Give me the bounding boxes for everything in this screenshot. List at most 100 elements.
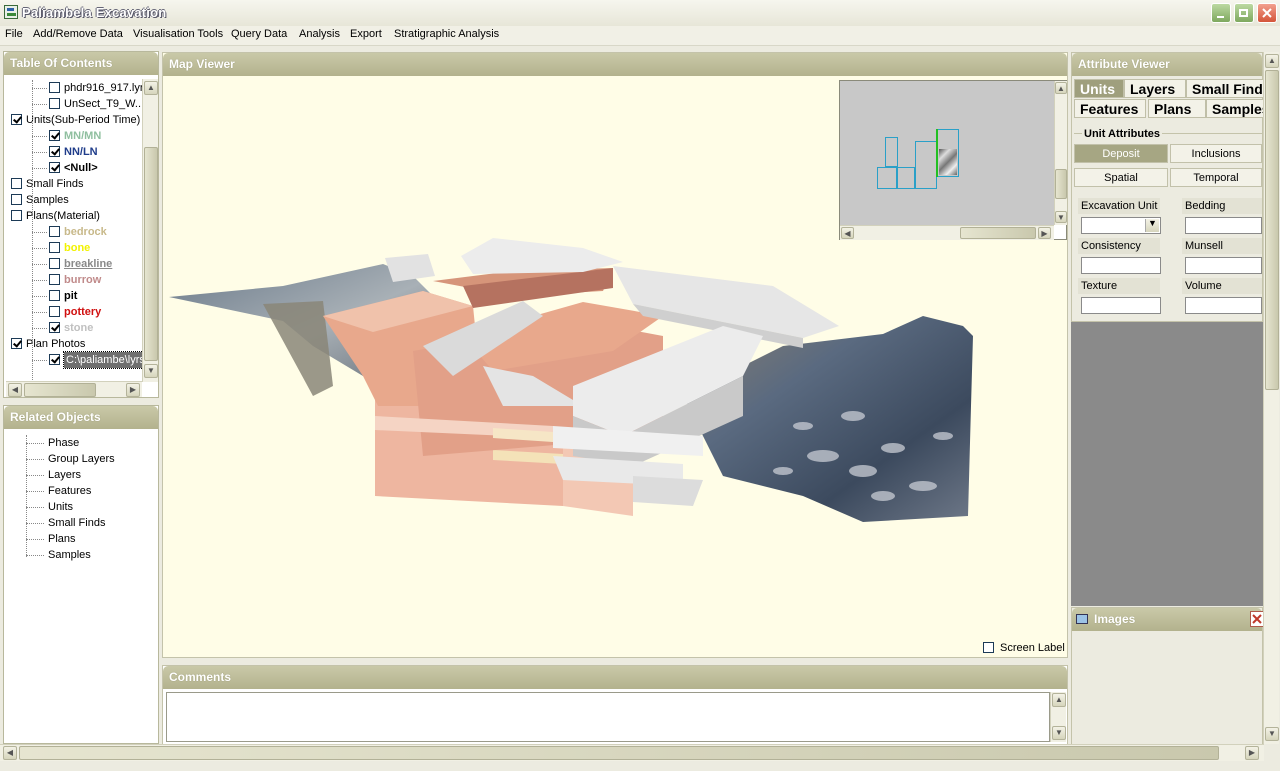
- maximize-button[interactable]: [1234, 3, 1254, 23]
- toc-item-checkbox[interactable]: [49, 322, 60, 333]
- related-object-item[interactable]: Features: [48, 483, 91, 499]
- bedding-field[interactable]: [1185, 217, 1262, 234]
- images-close-button[interactable]: [1250, 611, 1264, 627]
- overview-hscroll-thumb[interactable]: [960, 227, 1036, 239]
- related-object-item[interactable]: Phase: [48, 435, 79, 451]
- scroll-down-icon[interactable]: ▼: [1265, 727, 1279, 741]
- toc-item-checkbox[interactable]: [11, 194, 22, 205]
- related-object-item[interactable]: Samples: [48, 547, 91, 563]
- toc-vscroll-thumb[interactable]: [144, 147, 158, 361]
- tab-small-finds[interactable]: Small Finds: [1186, 79, 1264, 98]
- related-object-item[interactable]: Plans: [48, 531, 76, 547]
- toc-item-label: C:\paliambe\lyrs: [63, 351, 143, 369]
- toc-item-checkbox[interactable]: [49, 258, 60, 269]
- munsell-field[interactable]: [1185, 257, 1262, 274]
- related-object-item[interactable]: Units: [48, 499, 73, 515]
- tree-connector: [26, 523, 44, 524]
- toc-hscrollbar[interactable]: ◀ ▶: [6, 381, 142, 397]
- excavation-unit-select[interactable]: ▼: [1081, 217, 1161, 234]
- toc-item-checkbox[interactable]: [49, 290, 60, 301]
- toc-item-checkbox[interactable]: [49, 354, 60, 365]
- tree-connector: [26, 539, 44, 540]
- overview-map-canvas[interactable]: [840, 81, 1054, 225]
- tab-samples[interactable]: Samples: [1206, 99, 1264, 118]
- volume-field[interactable]: [1185, 297, 1262, 314]
- menu-query-data[interactable]: Query Data: [231, 28, 287, 40]
- screen-label-checkbox[interactable]: [983, 642, 994, 653]
- scroll-up-icon[interactable]: ▲: [1052, 693, 1066, 707]
- tab-layers[interactable]: Layers: [1124, 79, 1186, 98]
- screen-label-toggle[interactable]: Screen Label: [983, 641, 1067, 657]
- scroll-left-icon[interactable]: ◀: [3, 746, 17, 760]
- tree-connector: [26, 491, 44, 492]
- consistency-field[interactable]: [1081, 257, 1161, 274]
- toc-item-checkbox[interactable]: [49, 82, 60, 93]
- overview-vscrollbar[interactable]: ▲ ▼: [1054, 81, 1067, 225]
- scroll-up-icon[interactable]: ▲: [1055, 82, 1067, 94]
- minimize-button[interactable]: [1211, 3, 1231, 23]
- tab-plans[interactable]: Plans: [1148, 99, 1206, 118]
- menu-visualisation-tools[interactable]: Visualisation Tools: [133, 28, 223, 40]
- toc-item-checkbox[interactable]: [49, 274, 60, 285]
- menu-analysis[interactable]: Analysis: [299, 28, 340, 40]
- tab-units[interactable]: Units: [1074, 79, 1124, 98]
- scroll-down-icon[interactable]: ▼: [1052, 726, 1066, 740]
- scroll-right-icon[interactable]: ▶: [1245, 746, 1259, 760]
- images-icon: [1076, 614, 1088, 624]
- menu-add-remove-data[interactable]: Add/Remove Data: [33, 28, 123, 40]
- comments-vscrollbar[interactable]: ▲ ▼: [1050, 692, 1066, 742]
- tree-connector: [32, 152, 47, 153]
- toc-item-checkbox[interactable]: [49, 242, 60, 253]
- spatial-button[interactable]: Spatial: [1074, 168, 1168, 187]
- scroll-left-icon[interactable]: ◀: [8, 383, 22, 397]
- toc-item-label: Plan Photos: [26, 338, 86, 350]
- toc-item-label: pottery: [64, 306, 102, 318]
- app-hscrollbar[interactable]: ◀ ▶: [0, 744, 1264, 761]
- toc-item-checkbox[interactable]: [11, 210, 22, 221]
- related-object-item[interactable]: Group Layers: [48, 451, 115, 467]
- menu-stratigraphic-analysis[interactable]: Stratigraphic Analysis: [394, 28, 499, 40]
- related-object-item[interactable]: Layers: [48, 467, 81, 483]
- app-vscroll-thumb[interactable]: [1265, 70, 1279, 390]
- toc-item-checkbox[interactable]: [11, 178, 22, 189]
- toc-item-checkbox[interactable]: [49, 130, 60, 141]
- toc-item-checkbox[interactable]: [11, 114, 22, 125]
- tree-connector: [32, 88, 47, 89]
- scroll-right-icon[interactable]: ▶: [126, 383, 140, 397]
- menu-file[interactable]: File: [5, 28, 23, 40]
- scroll-left-icon[interactable]: ◀: [841, 227, 854, 239]
- toc-item-checkbox[interactable]: [49, 162, 60, 173]
- toc-item-checkbox[interactable]: [49, 226, 60, 237]
- scroll-down-icon[interactable]: ▼: [144, 364, 158, 378]
- related-objects-tree: Phase Group Layers Layers Features Units Smal…: [4, 429, 158, 741]
- overview-hscrollbar[interactable]: ◀ ▶: [840, 225, 1054, 240]
- toc-hscroll-thumb[interactable]: [24, 383, 96, 397]
- toc-item-checkbox[interactable]: [49, 146, 60, 157]
- toc-item-checkbox[interactable]: [49, 98, 60, 109]
- related-object-item[interactable]: Small Finds: [48, 515, 105, 531]
- toc-item-label: stone: [64, 322, 94, 334]
- app-hscroll-thumb[interactable]: [19, 746, 1219, 760]
- toc-vscrollbar[interactable]: ▲ ▼: [142, 79, 158, 382]
- dropdown-button[interactable]: ▼: [1145, 218, 1159, 232]
- comments-title: Comments: [163, 666, 1067, 689]
- toc-title: Table Of Contents: [4, 52, 158, 75]
- toc-item-label: NN/LN: [64, 146, 98, 158]
- tab-features[interactable]: Features: [1074, 99, 1146, 118]
- toc-item-checkbox[interactable]: [11, 338, 22, 349]
- overview-map[interactable]: ▲ ▼ ◀ ▶: [839, 80, 1067, 240]
- scroll-up-icon[interactable]: ▲: [1265, 54, 1279, 68]
- temporal-button[interactable]: Temporal: [1170, 168, 1262, 187]
- scroll-down-icon[interactable]: ▼: [1055, 211, 1067, 223]
- texture-field[interactable]: [1081, 297, 1161, 314]
- app-vscrollbar[interactable]: ▲ ▼: [1263, 52, 1279, 744]
- scroll-right-icon[interactable]: ▶: [1038, 227, 1051, 239]
- comments-textarea[interactable]: [166, 692, 1050, 742]
- close-button[interactable]: [1257, 3, 1277, 23]
- deposit-button[interactable]: Deposit: [1074, 144, 1168, 163]
- menu-export[interactable]: Export: [350, 28, 382, 40]
- toc-item-checkbox[interactable]: [49, 306, 60, 317]
- overview-vscroll-thumb[interactable]: [1055, 169, 1067, 199]
- inclusions-button[interactable]: Inclusions: [1170, 144, 1262, 163]
- scroll-up-icon[interactable]: ▲: [144, 81, 158, 95]
